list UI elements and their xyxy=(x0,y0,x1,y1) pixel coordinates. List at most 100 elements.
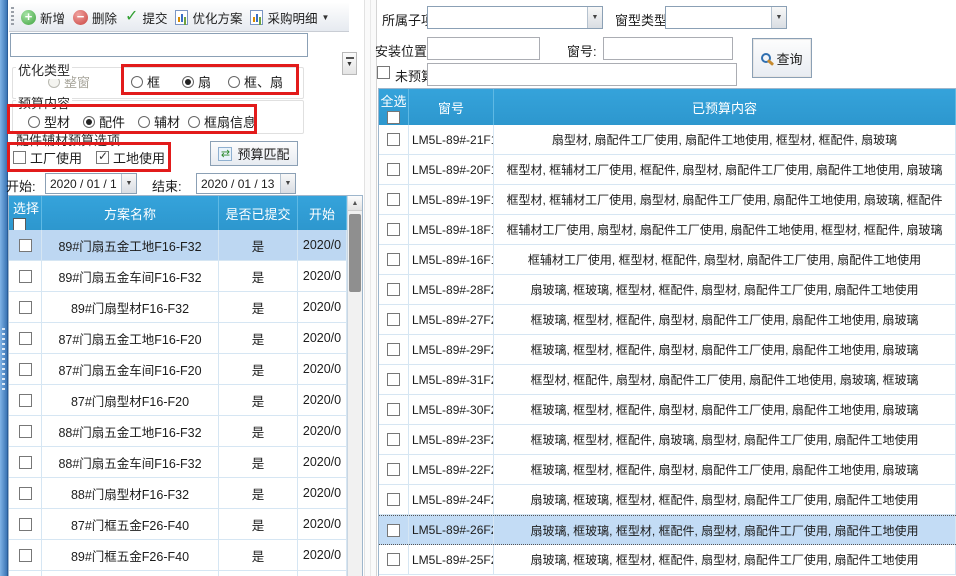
toolbar-overflow-button[interactable] xyxy=(342,52,357,75)
window-no-input[interactable] xyxy=(603,37,733,60)
budget-row[interactable]: LM5L-89#-25F23扇玻璃, 框玻璃, 框型材, 框配件, 扇型材, 扇… xyxy=(379,545,956,575)
row-checkbox[interactable] xyxy=(19,487,32,500)
budget-row[interactable]: LM5L-89#-23F21框玻璃, 框型材, 框配件, 扇玻璃, 扇型材, 扇… xyxy=(379,425,956,455)
checkbox-factory-use[interactable]: 工厂使用 xyxy=(13,148,82,167)
budget-match-button[interactable]: 预算匹配 xyxy=(210,141,298,166)
radio-sash-circle[interactable] xyxy=(182,76,194,88)
checkbox-site-use-box[interactable] xyxy=(96,151,109,164)
budget-row[interactable]: LM5L-89#-18F16框辅材工厂使用, 扇型材, 扇配件工厂使用, 扇配件… xyxy=(379,215,956,245)
budget-row[interactable]: LM5L-89#-31F29框型材, 框配件, 扇型材, 扇配件工厂使用, 扇配… xyxy=(379,365,956,395)
radio-profile-circle[interactable] xyxy=(28,116,40,128)
row-checkbox[interactable] xyxy=(19,425,32,438)
dock-drag-handle[interactable] xyxy=(2,328,5,392)
select-all-checkbox[interactable] xyxy=(387,111,400,124)
budget-row[interactable]: LM5L-89#-26F24扇玻璃, 框玻璃, 框型材, 框配件, 扇型材, 扇… xyxy=(379,515,956,545)
row-checkbox[interactable] xyxy=(387,493,400,506)
plan-row[interactable]: 89#门扇型材F16-F32是2020/0 xyxy=(9,292,362,323)
plan-row[interactable]: 88#门扇五金工地F16-F32是2020/0 xyxy=(9,416,362,447)
row-checkbox[interactable] xyxy=(387,553,400,566)
row-checkbox[interactable] xyxy=(19,456,32,469)
row-checkbox[interactable] xyxy=(19,270,32,283)
row-checkbox[interactable] xyxy=(387,524,400,537)
optimize-plan-button[interactable]: 优化方案 xyxy=(171,6,246,29)
budget-row[interactable]: LM5L-89#-21F19扇型材, 扇配件工厂使用, 扇配件工地使用, 框型材… xyxy=(379,125,956,155)
budget-row[interactable]: LM5L-89#-16F15框辅材工厂使用, 框型材, 框配件, 扇型材, 扇配… xyxy=(379,245,956,275)
budget-row[interactable]: LM5L-89#-22F20框玻璃, 框型材, 框配件, 扇型材, 扇配件工厂使… xyxy=(379,455,956,485)
plan-row[interactable]: 87#门扇五金车间F16-F20是2020/0 xyxy=(9,354,362,385)
chevron-down-icon[interactable] xyxy=(280,174,295,193)
chevron-down-icon[interactable] xyxy=(587,7,602,28)
plan-row[interactable]: 88#门扇五金车间F16-F32是2020/0 xyxy=(9,447,362,478)
delete-button[interactable]: 删除 xyxy=(69,6,121,29)
install-pos-input[interactable] xyxy=(427,37,540,60)
radio-frame-sash-info[interactable]: 框扇信息 xyxy=(188,112,256,131)
purchase-detail-button[interactable]: 采购明细▼ xyxy=(246,6,333,29)
budget-row[interactable]: LM5L-89#-30F28框玻璃, 框型材, 框配件, 扇型材, 扇配件工厂使… xyxy=(379,395,956,425)
budget-row[interactable]: LM5L-89#-29F27框玻璃, 框型材, 框配件, 扇型材, 扇配件工厂使… xyxy=(379,335,956,365)
radio-accessory[interactable]: 配件 xyxy=(83,112,125,131)
submit-button[interactable]: 提交 xyxy=(121,6,171,29)
sub-item-combobox[interactable] xyxy=(427,6,603,29)
no-budget-checkbox[interactable] xyxy=(377,66,390,79)
row-checkbox[interactable] xyxy=(19,518,32,531)
add-button[interactable]: 新增 xyxy=(17,6,69,29)
radio-frame-sash[interactable]: 框、扇 xyxy=(228,72,283,91)
row-checkbox[interactable] xyxy=(19,239,32,252)
date-start-picker[interactable]: 2020 / 01 / 1 xyxy=(45,173,137,194)
row-checkbox[interactable] xyxy=(19,363,32,376)
plan-row[interactable]: 89#门扇五金工地F16-F32是2020/0 xyxy=(9,230,362,261)
plan-table-scrollbar[interactable] xyxy=(347,196,362,576)
row-checkbox[interactable] xyxy=(387,403,400,416)
select-all-checkbox[interactable] xyxy=(13,218,26,230)
row-checkbox[interactable] xyxy=(387,313,400,326)
row-checkbox[interactable] xyxy=(387,433,400,446)
chevron-down-icon[interactable]: ▼ xyxy=(321,13,329,22)
no-budget-input[interactable] xyxy=(427,63,737,86)
checkbox-factory-use-box[interactable] xyxy=(13,151,26,164)
row-checkbox[interactable] xyxy=(387,193,400,206)
chevron-down-icon[interactable] xyxy=(771,7,786,28)
radio-accessory-circle[interactable] xyxy=(83,116,95,128)
plan-row[interactable]: 88#门扇型材F16-F32是2020/0 xyxy=(9,478,362,509)
row-checkbox[interactable] xyxy=(387,163,400,176)
row-checkbox[interactable] xyxy=(19,332,32,345)
plan-row[interactable]: 87#门扇型材F16-F20是2020/0 xyxy=(9,385,362,416)
panel-splitter[interactable] xyxy=(364,0,377,576)
radio-frame-circle[interactable] xyxy=(131,76,143,88)
budget-row[interactable]: LM5L-89#-24F22扇玻璃, 框玻璃, 框型材, 框配件, 扇型材, 扇… xyxy=(379,485,956,515)
row-checkbox[interactable] xyxy=(19,394,32,407)
row-checkbox[interactable] xyxy=(387,463,400,476)
scrollbar-thumb[interactable] xyxy=(349,214,361,292)
query-button[interactable]: 查询 xyxy=(752,38,812,78)
budget-row[interactable]: LM5L-89#-19F17框型材, 框辅材工厂使用, 扇型材, 扇配件工厂使用… xyxy=(379,185,956,215)
radio-sash[interactable]: 扇 xyxy=(182,72,211,91)
row-checkbox[interactable] xyxy=(387,283,400,296)
plan-row[interactable]: 89#门框五金F26-F40是2020/0 xyxy=(9,540,362,571)
budget-row[interactable]: LM5L-89#-20F18框型材, 框辅材工厂使用, 框配件, 扇型材, 扇配… xyxy=(379,155,956,185)
window-type-combobox[interactable] xyxy=(665,6,787,29)
plan-row[interactable]: 88#门框五金F21-F40是2020/0 xyxy=(9,571,362,576)
radio-frame[interactable]: 框 xyxy=(131,72,160,91)
radio-profile[interactable]: 型材 xyxy=(28,112,70,131)
row-checkbox[interactable] xyxy=(387,343,400,356)
row-checkbox[interactable] xyxy=(19,301,32,314)
radio-auxiliary-circle[interactable] xyxy=(138,116,150,128)
radio-auxiliary[interactable]: 辅材 xyxy=(138,112,180,131)
date-end-picker[interactable]: 2020 / 01 / 13 xyxy=(196,173,296,194)
row-checkbox[interactable] xyxy=(387,223,400,236)
radio-frame-sash-info-circle[interactable] xyxy=(188,116,200,128)
plan-row[interactable]: 87#门扇五金工地F16-F20是2020/0 xyxy=(9,323,362,354)
plan-filter-input[interactable] xyxy=(10,33,308,57)
toolbar-grip-icon[interactable] xyxy=(11,7,14,27)
radio-frame-sash-circle[interactable] xyxy=(228,76,240,88)
row-checkbox[interactable] xyxy=(387,373,400,386)
scroll-up-icon[interactable] xyxy=(348,196,362,211)
row-checkbox[interactable] xyxy=(387,133,400,146)
chevron-down-icon[interactable] xyxy=(121,174,136,193)
row-checkbox[interactable] xyxy=(387,253,400,266)
budget-row[interactable]: LM5L-89#-28F26扇玻璃, 框玻璃, 框型材, 框配件, 扇型材, 扇… xyxy=(379,275,956,305)
plan-row[interactable]: 89#门扇五金车间F16-F32是2020/0 xyxy=(9,261,362,292)
plan-row[interactable]: 87#门框五金F26-F40是2020/0 xyxy=(9,509,362,540)
checkbox-site-use[interactable]: 工地使用 xyxy=(96,148,165,167)
budget-row[interactable]: LM5L-89#-27F25框玻璃, 框型材, 框配件, 扇型材, 扇配件工厂使… xyxy=(379,305,956,335)
